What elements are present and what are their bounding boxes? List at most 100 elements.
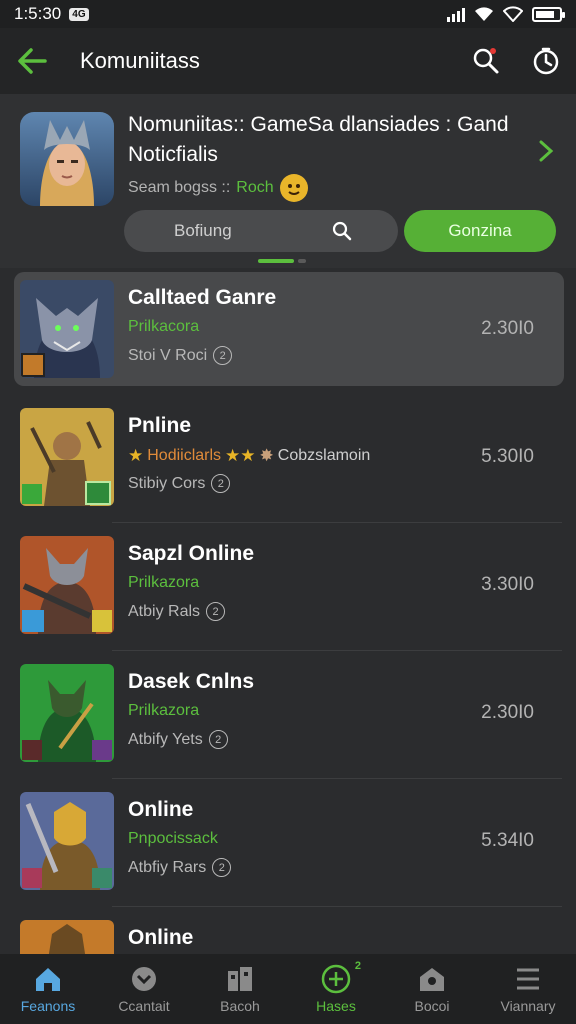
meta-label: Atbiy Rals: [128, 602, 201, 620]
golden-knight-icon: [20, 792, 114, 890]
status-bar: 1:5:30 4G: [0, 0, 576, 28]
nav-label: Bacoh: [220, 998, 260, 1014]
app-bar: Komuniitass: [0, 28, 576, 94]
info-icon[interactable]: 2: [208, 730, 228, 749]
nav-item-home[interactable]: Feanons: [0, 954, 96, 1024]
network-chip: 4G: [69, 7, 89, 21]
nav-item-add[interactable]: 2 Hases: [288, 954, 384, 1024]
wifi-alt-icon: [503, 6, 523, 22]
subtitle-label: Prilkazora: [128, 702, 200, 719]
nav-item-library[interactable]: Bacoh: [192, 954, 288, 1024]
search-button[interactable]: [456, 28, 516, 94]
game-title: Pnline: [128, 414, 192, 437]
list-item[interactable]: Pnline ★ Hodiiclarls ★★ ✸ Cobzslamoin St…: [14, 400, 564, 514]
game-thumbnail: [20, 920, 114, 954]
game-thumbnail: [20, 664, 114, 762]
history-button[interactable]: [516, 28, 576, 94]
game-title: Sapzl Online: [128, 542, 255, 565]
nav-label: Feanons: [20, 998, 76, 1014]
info-icon[interactable]: 2: [206, 602, 226, 621]
info-icon[interactable]: 2: [211, 474, 231, 493]
arrow-left-icon: [18, 48, 47, 74]
subtitle-text: Seam bogss ::: [128, 179, 231, 196]
chat-icon: [130, 964, 158, 994]
game-subtitle: ★ Hodiiclarls ★★ ✸ Cobzslamoin: [128, 446, 370, 466]
search-icon: [332, 221, 352, 241]
game-list[interactable]: Calltaed Ganre Prilkacora Stoi V Roci 2 2…: [0, 268, 576, 954]
game-value: 3.30I0: [481, 574, 534, 595]
search-icon: [473, 48, 499, 74]
game-value: 2.30I0: [481, 318, 534, 339]
game-value: 5.34I0: [481, 830, 534, 851]
community-subtitle: Seam bogss :: Roch: [128, 174, 308, 202]
game-title: Online: [128, 926, 194, 949]
info-icon[interactable]: 2: [213, 346, 233, 365]
page-title: Komuniitass: [80, 48, 200, 73]
list-item[interactable]: Dasek Cnlns Prilkazora Atbify Yets 2 2.30…: [14, 656, 564, 770]
divider: [112, 778, 562, 779]
nav-item-store[interactable]: Bocoi: [384, 954, 480, 1024]
meta-label: Atbify Yets: [128, 730, 203, 748]
segment-search-tab[interactable]: Bofiung: [124, 210, 398, 252]
nav-label: Viannary: [500, 998, 556, 1014]
segment-active-tab[interactable]: Gonzina: [404, 210, 556, 252]
list-item[interactable]: Online Pnpocissack Atbfiy Rars 2 5.34I0: [14, 784, 564, 898]
game-meta: Stoi V Roci 2: [128, 346, 233, 365]
star-icon: ★★: [225, 446, 256, 465]
nav-item-chat[interactable]: Ccantait: [96, 954, 192, 1024]
game-title: Calltaed Ganre: [128, 286, 277, 309]
clock-icon: [533, 47, 559, 75]
game-title: Dasek Cnlns: [128, 670, 255, 693]
list-item[interactable]: Online: [14, 912, 564, 954]
subtitle-accent[interactable]: Roch: [236, 179, 273, 197]
game-meta: Atbify Yets 2: [128, 730, 228, 749]
nav-item-menu[interactable]: Viannary: [480, 954, 576, 1024]
list-item[interactable]: Sapzl Online Prilkazora Atbiy Rals 2 3.30…: [14, 528, 564, 642]
game-meta: Stibiy Cors 2: [128, 474, 231, 493]
chevron-right-icon[interactable]: [538, 138, 554, 169]
signal-icon: [447, 7, 465, 22]
green-orc-icon: [20, 664, 114, 762]
meta-label: Atbfiy Rars: [128, 858, 207, 876]
subtitle-label: Pnpocissack: [128, 830, 218, 847]
library-icon: [225, 964, 255, 994]
game-meta: Atbfiy Rars 2: [128, 858, 232, 877]
nav-label: Bocoi: [414, 998, 450, 1014]
community-title: Nomuniitas:: GameSa dlansiades : Gand No…: [128, 113, 509, 166]
status-left: 1:5:30 4G: [14, 4, 89, 24]
battery-icon: [532, 6, 565, 22]
bottom-nav: Feanons Ccantait Bacoh 2 Hases Bocoi Via…: [0, 954, 576, 1024]
armored-gunner-icon: [20, 536, 114, 634]
warrior-portrait-icon: [20, 112, 114, 206]
status-time: 1:5:30: [14, 4, 62, 23]
page-indicator-active: [258, 259, 294, 263]
subtitle-extra: Cobzslamoin: [277, 447, 371, 464]
divider: [112, 522, 562, 523]
dwarf-warrior-icon: [20, 408, 114, 506]
nav-badge: 2: [354, 960, 361, 972]
game-thumbnail: [20, 536, 114, 634]
game-subtitle: Prilkazora: [128, 702, 199, 720]
divider: [112, 650, 562, 651]
game-subtitle: Pnpocissack: [128, 830, 218, 848]
segment-left-label: Bofiung: [174, 221, 232, 240]
subtitle-label: Prilkacora: [128, 318, 200, 335]
star-icon: ★: [128, 446, 144, 465]
back-button[interactable]: [0, 28, 64, 94]
info-icon[interactable]: 2: [212, 858, 232, 877]
game-subtitle: Prilkazora: [128, 574, 199, 592]
home-icon: [33, 964, 63, 994]
list-item[interactable]: Calltaed Ganre Prilkacora Stoi V Roci 2 2…: [14, 272, 564, 386]
game-thumbnail: [20, 408, 114, 506]
meta-label: Stibiy Cors: [128, 474, 206, 492]
helmet-warrior-icon: [20, 920, 114, 954]
page-indicator: [298, 259, 306, 263]
subtitle-label: Hodiiclarls: [147, 447, 222, 464]
game-thumbnail: [20, 280, 114, 378]
badge-star-icon: ✸: [259, 446, 274, 465]
store-icon: [417, 964, 447, 994]
game-avatar[interactable]: [20, 112, 114, 206]
nav-label: Hases: [316, 998, 356, 1014]
game-value: 2.30I0: [481, 702, 534, 723]
nav-label: Ccantait: [118, 998, 170, 1014]
